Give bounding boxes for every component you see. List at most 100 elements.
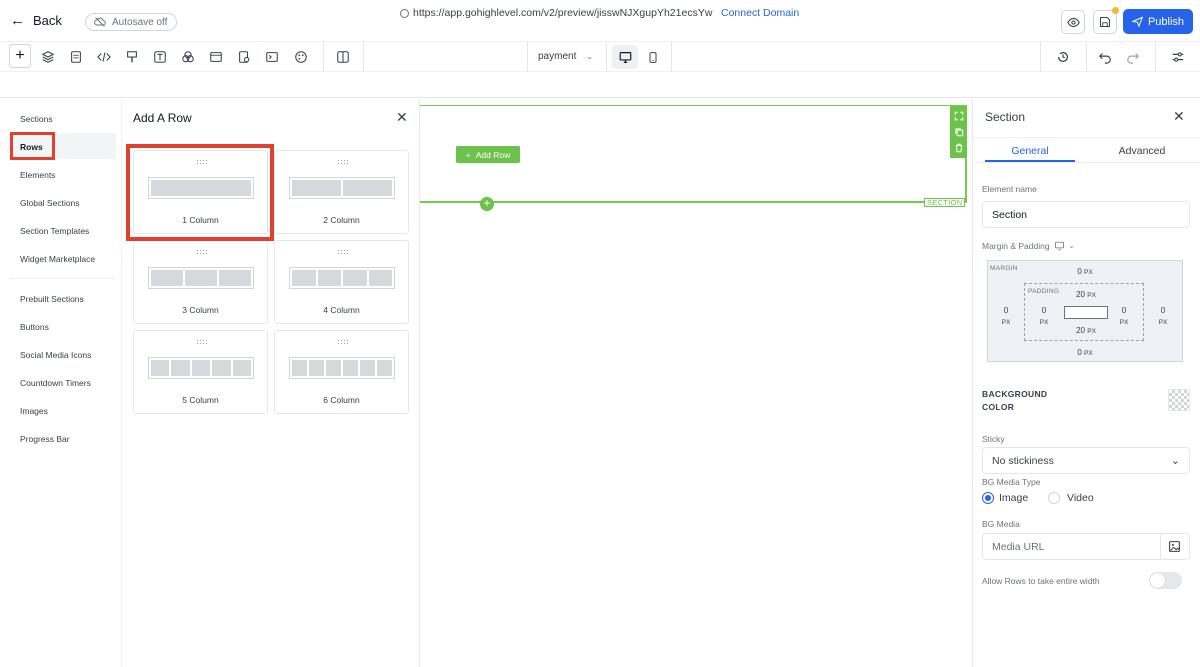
sidebar-item-elements[interactable]: Elements (20, 170, 55, 180)
media-url-placeholder: Media URL (992, 540, 1045, 553)
columns-icon[interactable] (333, 47, 353, 67)
sticky-select[interactable]: No stickiness ⌄ (982, 447, 1190, 474)
undo-icon[interactable] (1095, 47, 1115, 67)
phone-icon (649, 51, 657, 63)
terminal-icon[interactable] (262, 47, 282, 67)
row-card-4-column[interactable]: 4 Column (274, 240, 409, 324)
margin-left-value[interactable]: 0 PX (996, 305, 1016, 328)
expand-icon[interactable] (954, 111, 964, 121)
element-name-value: Section (992, 208, 1028, 221)
drag-handle-icon[interactable] (337, 159, 349, 165)
sidebar-item-section-templates[interactable]: Section Templates (20, 226, 89, 236)
padding-left-value[interactable]: 0 PX (1034, 305, 1054, 328)
layers-icon[interactable] (38, 47, 58, 67)
editor-toolbar: + payment ⌄ (0, 42, 1200, 72)
margin-bottom-value[interactable]: 0 PX (1070, 348, 1100, 357)
text-icon[interactable] (150, 47, 170, 67)
chevron-down-icon[interactable]: ⌄ (1069, 242, 1075, 250)
color-blend-icon[interactable] (178, 47, 198, 67)
media-type-image-label[interactable]: Image (999, 492, 1028, 504)
toolbar-divider (1086, 42, 1087, 72)
page-select[interactable]: payment ⌄ (538, 51, 593, 62)
margin-caption: MARGIN (990, 265, 1018, 272)
sidebar-item-global-sections[interactable]: Global Sections (20, 198, 80, 208)
add-section-plus-icon[interactable]: + (480, 197, 494, 211)
row-card-6-column[interactable]: 6 Column (274, 330, 409, 414)
history-icon[interactable] (1053, 47, 1073, 67)
row-card-5-column[interactable]: 5 Column (133, 330, 268, 414)
settings-sliders-icon[interactable] (1168, 47, 1188, 67)
media-type-video-label[interactable]: Video (1067, 492, 1094, 504)
padding-top-value[interactable]: 20 PX (1068, 290, 1104, 299)
tab-advanced[interactable]: Advanced (1097, 145, 1187, 157)
margin-right-value[interactable]: 0 PX (1153, 305, 1173, 328)
column-preview (289, 357, 395, 379)
mobile-view-button[interactable] (643, 45, 663, 69)
sidebar-item-images[interactable]: Images (20, 406, 48, 416)
padding-right-value[interactable]: 0 PX (1114, 305, 1134, 328)
eye-icon (1066, 17, 1080, 27)
element-name-input[interactable]: Section (982, 201, 1190, 228)
row-card-label: 4 Column (323, 305, 360, 315)
autosave-label: Autosave off (112, 16, 168, 28)
add-row-button[interactable]: + Add Row (456, 146, 520, 163)
column-preview (148, 357, 254, 379)
sidebar-item-social-media-icons[interactable]: Social Media Icons (20, 350, 91, 360)
row-card-3-column[interactable]: 3 Column (133, 240, 268, 324)
row-card-label: 3 Column (182, 305, 219, 315)
sidebar-item-prebuilt-sections[interactable]: Prebuilt Sections (20, 294, 84, 304)
media-url-input[interactable]: Media URL (982, 533, 1161, 560)
sidebar-item-sections[interactable]: Sections (20, 114, 53, 124)
close-icon[interactable]: ✕ (396, 109, 408, 126)
margin-padding-label: Margin & Padding ⌄ (982, 241, 1074, 251)
close-icon[interactable]: ✕ (1173, 108, 1185, 125)
tabs-divider (973, 162, 1200, 163)
sidebar-item-rows[interactable]: Rows (20, 142, 43, 152)
globe-icon (400, 8, 409, 18)
preview-url-text: https://app.gohighlevel.com/v2/preview/j… (413, 7, 713, 19)
publish-label: Publish (1147, 15, 1185, 28)
media-type-image-radio[interactable] (982, 492, 994, 504)
sidebar-item-buttons[interactable]: Buttons (20, 322, 49, 332)
monitor-icon (619, 51, 631, 63)
palette-icon[interactable] (291, 47, 311, 67)
desktop-view-button[interactable] (612, 45, 638, 69)
media-picker-button[interactable] (1160, 533, 1190, 560)
tab-general[interactable]: General (985, 145, 1075, 157)
paint-icon[interactable] (122, 47, 142, 67)
sidebar-item-widget-marketplace[interactable]: Widget Marketplace (20, 254, 95, 264)
layout-icon[interactable] (206, 47, 226, 67)
section-tag: SECTION (924, 198, 966, 207)
back-button[interactable]: ← Back (10, 12, 62, 29)
code-icon[interactable] (94, 47, 114, 67)
media-type-video-radio[interactable] (1048, 492, 1060, 504)
margin-top-value[interactable]: 0 PX (1070, 267, 1100, 276)
arrow-left-icon: ← (10, 12, 25, 29)
redo-icon[interactable] (1123, 47, 1143, 67)
page-icon[interactable] (66, 47, 86, 67)
full-width-toggle[interactable] (1149, 572, 1182, 589)
monitor-icon[interactable] (1054, 241, 1065, 251)
trash-icon[interactable] (954, 143, 964, 153)
padding-bottom-value[interactable]: 20 PX (1068, 326, 1104, 335)
connect-domain-link[interactable]: Connect Domain (721, 7, 799, 19)
send-icon (1131, 16, 1143, 27)
row-card-2-column[interactable]: 2 Column (274, 150, 409, 234)
publish-button[interactable]: Publish (1123, 9, 1193, 34)
form-icon[interactable] (234, 47, 254, 67)
drag-handle-icon[interactable] (337, 339, 349, 345)
preview-url[interactable]: https://app.gohighlevel.com/v2/preview/j… (400, 7, 712, 19)
padding-caption: PADDING (1028, 288, 1060, 295)
drag-handle-icon[interactable] (196, 339, 208, 345)
add-icon[interactable]: + (9, 44, 31, 68)
autosave-toggle[interactable]: Autosave off (85, 13, 178, 31)
sidebar-item-progress-bar[interactable]: Progress Bar (20, 434, 70, 444)
background-color-swatch[interactable] (1168, 389, 1190, 411)
bg-color-line-1: BACKGROUND (982, 389, 1048, 399)
preview-button[interactable] (1061, 10, 1085, 34)
drag-handle-icon[interactable] (337, 249, 349, 255)
column-preview (148, 267, 254, 289)
sidebar-item-countdown-timers[interactable]: Countdown Timers (20, 378, 91, 388)
copy-icon[interactable] (954, 127, 964, 137)
drag-handle-icon[interactable] (196, 249, 208, 255)
